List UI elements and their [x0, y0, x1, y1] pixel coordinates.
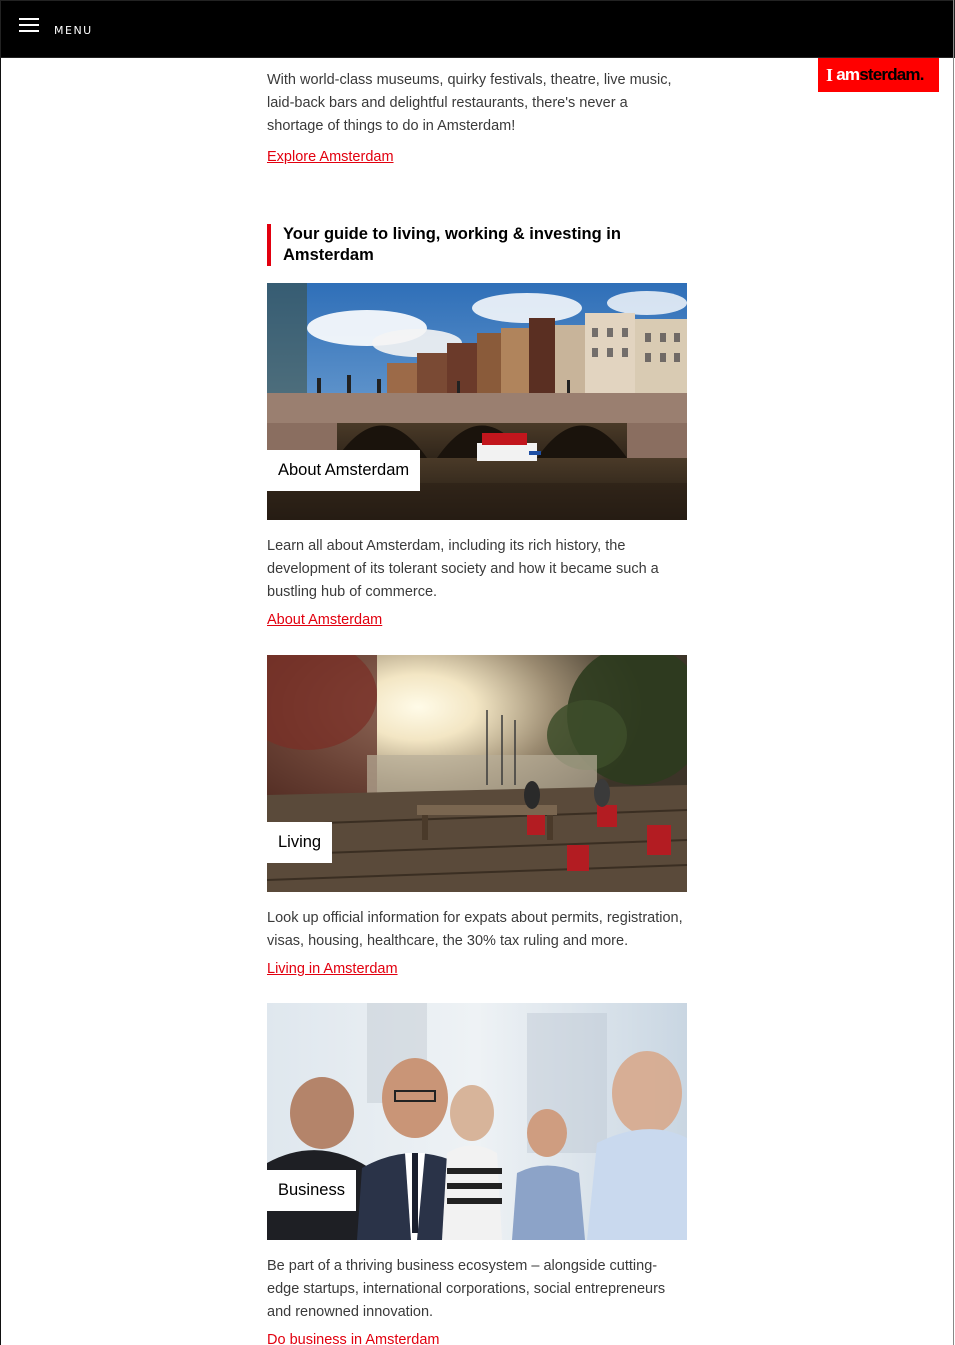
- top-navigation-bar: MENU: [0, 0, 955, 58]
- guide-heading: Your guide to living, working & investin…: [267, 224, 687, 266]
- logo-text-sterdam: sterdam.: [859, 65, 924, 84]
- card-description: Learn all about Amsterdam, including its…: [267, 538, 659, 600]
- canal-bridge-image[interactable]: About Amsterdam: [267, 283, 687, 520]
- logo-text-am: am: [836, 65, 860, 84]
- living-in-amsterdam-link[interactable]: Living in Amsterdam: [267, 961, 398, 977]
- business-networking-image[interactable]: Business: [267, 1003, 687, 1240]
- card-label-business[interactable]: Business: [267, 1170, 356, 1211]
- card-business: Business Be part of a thriving business …: [267, 1003, 687, 1345]
- card-label-about-amsterdam[interactable]: About Amsterdam: [267, 450, 421, 491]
- hamburger-menu-icon[interactable]: [19, 18, 39, 32]
- explore-amsterdam-link[interactable]: Explore Amsterdam: [267, 149, 394, 165]
- logo-text-i: I: [826, 64, 833, 85]
- about-amsterdam-link[interactable]: About Amsterdam: [267, 612, 382, 628]
- waterfront-terrace-image[interactable]: Living: [267, 655, 687, 892]
- page-left-edge: [0, 58, 1, 1345]
- intro-text: With world-class museums, quirky festiva…: [267, 72, 672, 134]
- card-description: Look up official information for expats …: [267, 910, 683, 949]
- card-living: Living Look up official information for …: [267, 655, 687, 978]
- card-description: Be part of a thriving business ecosystem…: [267, 1258, 666, 1320]
- i-amsterdam-logo[interactable]: I am sterdam.: [818, 58, 939, 92]
- card-label-living[interactable]: Living: [267, 822, 333, 863]
- page-right-edge: [953, 0, 954, 1345]
- card-about-amsterdam: About Amsterdam Learn all about Amsterda…: [267, 283, 687, 629]
- do-business-link[interactable]: Do business in Amsterdam: [267, 1332, 439, 1345]
- menu-label[interactable]: MENU: [54, 24, 93, 37]
